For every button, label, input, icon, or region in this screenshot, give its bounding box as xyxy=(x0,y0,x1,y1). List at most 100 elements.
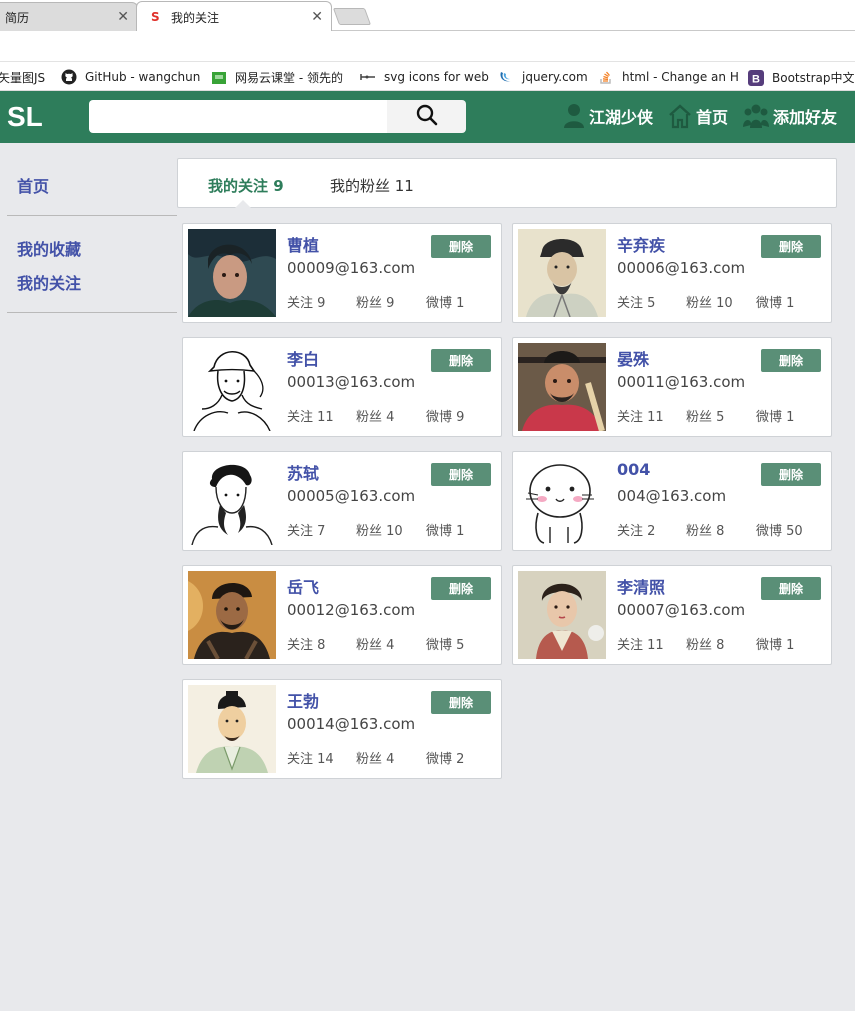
delete-button[interactable]: 删除 xyxy=(761,349,821,372)
following-count[interactable]: 关注 7 xyxy=(287,520,325,539)
user-name[interactable]: 岳飞 xyxy=(287,574,319,598)
tab-label: 简历 xyxy=(5,10,30,25)
user-card: 辛弃疾 00006@163.com 关注 5 粉丝 10 微博 1 删除 xyxy=(512,223,832,323)
bootstrap-icon: B xyxy=(748,69,764,86)
bookmark-item[interactable]: B Bootstrap中文网 xyxy=(748,69,855,86)
browser-tab-following[interactable]: S 我的关注 ✕ xyxy=(136,1,332,32)
fans-count[interactable]: 粉丝 10 xyxy=(356,520,403,539)
fans-count[interactable]: 粉丝 4 xyxy=(356,406,394,425)
sidebar-item-following[interactable]: 我的关注 xyxy=(7,270,177,294)
avatar[interactable] xyxy=(188,457,276,545)
bookmark-item[interactable]: GitHub - wangchun xyxy=(61,69,200,85)
bookmark-label: Bootstrap中文网 xyxy=(772,71,855,85)
bookmark-label: html - Change an H xyxy=(622,70,739,84)
following-count[interactable]: 关注 8 xyxy=(287,634,325,653)
user-card: 岳飞 00012@163.com 关注 8 粉丝 4 微博 5 删除 xyxy=(182,565,502,665)
fans-count[interactable]: 粉丝 4 xyxy=(356,748,394,767)
delete-button[interactable]: 删除 xyxy=(431,577,491,600)
nav-profile[interactable]: 江湖少侠 xyxy=(563,103,653,129)
weibo-count[interactable]: 微博 1 xyxy=(756,406,794,425)
user-email: 00009@163.com xyxy=(287,259,416,277)
netease-icon xyxy=(211,70,227,86)
user-email: 00014@163.com xyxy=(287,715,416,733)
bookmark-item[interactable]: html - Change an H xyxy=(598,69,739,85)
user-name[interactable]: 李清照 xyxy=(617,574,665,598)
fans-count[interactable]: 粉丝 4 xyxy=(356,634,394,653)
avatar[interactable] xyxy=(518,229,606,317)
delete-button[interactable]: 删除 xyxy=(431,349,491,372)
app-logo[interactable]: SL xyxy=(7,101,43,133)
browser-tab-resume[interactable]: 简历 ✕ xyxy=(0,2,138,31)
close-icon[interactable]: ✕ xyxy=(311,9,323,25)
sidebar-divider xyxy=(7,312,177,313)
delete-button[interactable]: 删除 xyxy=(761,235,821,258)
stackoverflow-icon xyxy=(598,69,614,85)
user-name[interactable]: 李白 xyxy=(287,346,319,370)
tab-following[interactable]: 我的关注 9 xyxy=(208,175,284,196)
following-count[interactable]: 关注 11 xyxy=(287,406,334,425)
user-card: 晏殊 00011@163.com 关注 11 粉丝 5 微博 1 删除 xyxy=(512,337,832,437)
bookmark-label: jquery.com xyxy=(522,70,588,84)
fans-count[interactable]: 粉丝 8 xyxy=(686,520,724,539)
following-count[interactable]: 关注 9 xyxy=(287,292,325,311)
delete-button[interactable]: 删除 xyxy=(761,463,821,486)
group-icon xyxy=(743,103,769,129)
bookmark-item[interactable]: 矢量图JS xyxy=(0,69,45,86)
following-count[interactable]: 关注 2 xyxy=(617,520,655,539)
search-button[interactable] xyxy=(387,100,466,133)
weibo-count[interactable]: 微博 1 xyxy=(426,520,464,539)
weibo-count[interactable]: 微博 5 xyxy=(426,634,464,653)
fans-count[interactable]: 粉丝 8 xyxy=(686,634,724,653)
weibo-count[interactable]: 微博 1 xyxy=(426,292,464,311)
new-tab-button[interactable] xyxy=(332,8,372,25)
following-count[interactable]: 关注 14 xyxy=(287,748,334,767)
search-input[interactable] xyxy=(89,100,387,133)
delete-button[interactable]: 删除 xyxy=(431,235,491,258)
avatar[interactable] xyxy=(518,571,606,659)
active-tab-caret xyxy=(234,200,252,209)
user-name[interactable]: 辛弃疾 xyxy=(617,232,665,256)
bookmarks-bar: 矢量图JS GitHub - wangchun 网易云课堂 - 领先的 svg … xyxy=(0,62,855,91)
avatar[interactable] xyxy=(188,685,276,773)
close-icon[interactable]: ✕ xyxy=(117,9,129,25)
fans-count[interactable]: 粉丝 9 xyxy=(356,292,394,311)
bookmark-item[interactable]: jquery.com xyxy=(498,69,588,85)
sidebar-item-favorites[interactable]: 我的收藏 xyxy=(7,236,177,260)
user-name[interactable]: 004 xyxy=(617,460,650,479)
svg-text:B: B xyxy=(752,73,760,85)
avatar[interactable] xyxy=(518,457,606,545)
nav-home[interactable]: 首页 xyxy=(668,103,728,129)
weibo-count[interactable]: 微博 50 xyxy=(756,520,803,539)
user-name[interactable]: 晏殊 xyxy=(617,346,649,370)
user-name[interactable]: 曹植 xyxy=(287,232,319,256)
fans-count[interactable]: 粉丝 5 xyxy=(686,406,724,425)
delete-button[interactable]: 删除 xyxy=(431,463,491,486)
address-bar[interactable] xyxy=(0,31,855,62)
user-email: 004@163.com xyxy=(617,487,727,505)
weibo-count[interactable]: 微博 1 xyxy=(756,292,794,311)
bookmark-label: svg icons for web xyxy=(384,70,489,84)
avatar[interactable] xyxy=(188,343,276,431)
following-count[interactable]: 关注 5 xyxy=(617,292,655,311)
weibo-count[interactable]: 微博 2 xyxy=(426,748,464,767)
fans-count[interactable]: 粉丝 10 xyxy=(686,292,733,311)
nav-add-friend[interactable]: 添加好友 xyxy=(743,103,837,129)
weibo-count[interactable]: 微博 9 xyxy=(426,406,464,425)
following-count[interactable]: 关注 11 xyxy=(617,634,664,653)
user-name[interactable]: 苏轼 xyxy=(287,460,319,484)
delete-button[interactable]: 删除 xyxy=(761,577,821,600)
bookmark-label: 矢量图JS xyxy=(0,71,46,85)
following-count[interactable]: 关注 11 xyxy=(617,406,664,425)
bookmark-item[interactable]: svg icons for web xyxy=(360,69,489,85)
avatar[interactable] xyxy=(518,343,606,431)
delete-button[interactable]: 删除 xyxy=(431,691,491,714)
user-name[interactable]: 王勃 xyxy=(287,688,319,712)
weibo-count[interactable]: 微博 1 xyxy=(756,634,794,653)
sidebar-item-home[interactable]: 首页 xyxy=(7,173,177,197)
home-icon xyxy=(668,103,692,129)
tab-followers[interactable]: 我的粉丝 11 xyxy=(330,175,414,196)
avatar[interactable] xyxy=(188,571,276,659)
svg-icon xyxy=(360,69,376,85)
bookmark-item[interactable]: 网易云课堂 - 领先的 xyxy=(211,69,343,86)
avatar[interactable] xyxy=(188,229,276,317)
